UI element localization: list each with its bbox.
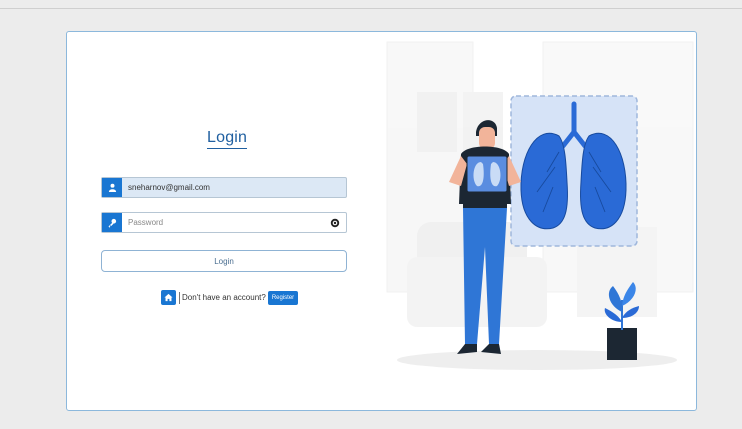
doctor-xray-illustration <box>386 41 694 370</box>
login-card: Login Login Don't have an account? Regis… <box>66 31 697 411</box>
password-input[interactable] <box>122 213 328 232</box>
page-title: Login <box>207 129 248 149</box>
email-field[interactable] <box>101 177 347 198</box>
user-icon <box>102 178 122 197</box>
divider <box>179 291 180 304</box>
home-icon <box>164 293 173 302</box>
home-button[interactable] <box>161 290 176 305</box>
no-account-text: Don't have an account? <box>182 293 266 302</box>
top-divider <box>0 8 742 9</box>
register-button[interactable]: Register <box>267 290 299 305</box>
email-input[interactable] <box>122 178 346 197</box>
eye-icon[interactable] <box>328 216 342 230</box>
password-field[interactable] <box>101 212 347 233</box>
key-icon <box>102 213 122 232</box>
login-button[interactable]: Login <box>101 250 347 272</box>
register-row: Don't have an account? Register <box>161 290 299 305</box>
